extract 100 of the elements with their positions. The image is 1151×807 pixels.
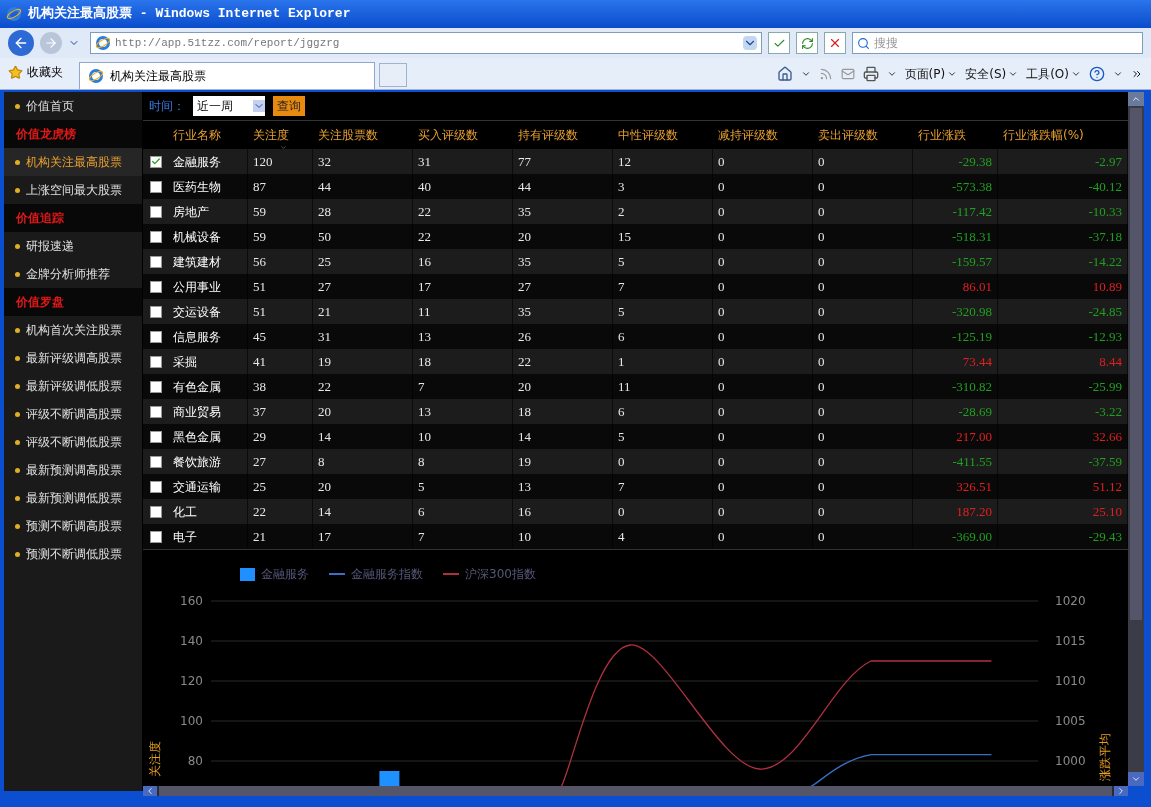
bullet-icon <box>15 411 20 417</box>
row-checkbox[interactable] <box>149 430 162 443</box>
row-checkbox[interactable] <box>149 505 162 518</box>
table-cell: 0 <box>713 524 813 549</box>
bullet-icon <box>15 495 20 501</box>
row-checkbox[interactable] <box>149 305 162 318</box>
bullet-icon <box>15 439 20 445</box>
favorites-button[interactable]: 收藏夹 <box>27 63 63 81</box>
axis-tick-label: 1010 <box>1055 674 1086 688</box>
help-icon[interactable] <box>1089 66 1105 82</box>
sidebar-item[interactable]: 最新预测调低股票 <box>4 484 142 512</box>
sidebar-item[interactable]: 上涨空间最大股票 <box>4 176 142 204</box>
sidebar-item[interactable]: 研报速递 <box>4 232 142 260</box>
sidebar-item[interactable]: 预测不断调低股票 <box>4 540 142 568</box>
command-menu[interactable]: 工具(O) <box>1026 65 1081 83</box>
sidebar-item[interactable]: 最新预测调高股票 <box>4 456 142 484</box>
table-cell: 21 <box>248 524 313 549</box>
bullet-icon <box>15 103 20 109</box>
address-field[interactable]: http://app.51tzz.com/report/jggzrg <box>90 32 762 54</box>
axis-tick-label: 80 <box>186 754 203 768</box>
caret-icon <box>947 69 958 79</box>
horizontal-scrollbar[interactable] <box>143 786 1128 796</box>
column-header[interactable]: 买入评级数 <box>413 126 513 144</box>
row-checkbox[interactable] <box>149 455 162 468</box>
forward-arrow-icon <box>44 36 58 50</box>
column-header[interactable]: 行业名称 <box>168 126 248 144</box>
sidebar-item[interactable]: 预测不断调高股票 <box>4 512 142 540</box>
row-checkbox[interactable] <box>149 255 162 268</box>
legend-label: 沪深300指数 <box>465 566 536 583</box>
sidebar-item[interactable]: 评级不断调低股票 <box>4 428 142 456</box>
row-checkbox[interactable] <box>149 230 162 243</box>
caret-icon <box>1008 69 1019 79</box>
row-checkbox[interactable] <box>149 405 162 418</box>
scroll-down-icon[interactable] <box>1131 774 1141 784</box>
refresh-button[interactable] <box>796 32 818 54</box>
more-icon[interactable] <box>1131 68 1143 80</box>
home-icon[interactable] <box>776 66 793 82</box>
column-header[interactable]: 持有评级数 <box>513 126 613 144</box>
scroll-right-icon[interactable] <box>1116 786 1126 796</box>
column-header[interactable]: 卖出评级数 <box>813 126 913 144</box>
stop-button[interactable] <box>824 32 846 54</box>
sidebar-item[interactable]: 价值首页 <box>4 92 142 120</box>
column-header[interactable]: 关注股票数 <box>313 126 413 144</box>
browser-tab[interactable]: 机构关注最高股票 <box>79 62 375 89</box>
column-header[interactable]: 减持评级数 <box>713 126 813 144</box>
check-icon <box>150 156 161 167</box>
row-checkbox[interactable] <box>149 180 162 193</box>
row-checkbox[interactable] <box>149 155 162 168</box>
sidebar-item[interactable]: 机构关注最高股票 <box>4 148 142 176</box>
table-cell: 4 <box>613 524 713 549</box>
caret-icon <box>1071 69 1081 79</box>
axis-tick-label: 1005 <box>1055 714 1086 728</box>
bullet-icon <box>15 187 20 193</box>
sidebar-item[interactable]: 最新评级调低股票 <box>4 372 142 400</box>
sidebar-heading: 价值追踪 <box>4 204 142 232</box>
bullet-icon <box>15 523 20 529</box>
compatibility-button[interactable] <box>768 32 790 54</box>
favorites-star-icon[interactable] <box>8 64 23 80</box>
axis-tick-label: 160 <box>179 594 203 608</box>
command-menu[interactable]: 页面(P) <box>904 65 958 83</box>
row-checkbox[interactable] <box>149 480 162 493</box>
period-select[interactable]: 近一周 <box>193 96 265 116</box>
axis-tick-label: 120 <box>179 674 203 688</box>
bullet-icon <box>15 467 20 473</box>
column-header[interactable]: 关注度 <box>248 126 313 144</box>
row-checkbox[interactable] <box>149 355 162 368</box>
bullet-icon <box>15 271 20 277</box>
vertical-scrollbar[interactable] <box>1128 92 1144 786</box>
table-cell: 17 <box>313 524 413 549</box>
sidebar-heading: 价值龙虎榜 <box>4 120 142 148</box>
row-checkbox[interactable] <box>149 380 162 393</box>
table-cell: -369.00 <box>913 524 998 549</box>
close-icon <box>828 36 842 50</box>
caret-icon[interactable] <box>886 69 897 79</box>
sidebar-item[interactable]: 机构首次关注股票 <box>4 316 142 344</box>
print-icon[interactable] <box>862 66 879 82</box>
filter-label: 时间： <box>149 98 185 115</box>
query-button[interactable]: 查询 <box>273 96 305 116</box>
table-cell: 0 <box>813 524 913 549</box>
row-checkbox[interactable] <box>149 205 162 218</box>
column-header[interactable]: 行业涨跌 <box>913 126 998 144</box>
scroll-up-icon[interactable] <box>1131 94 1141 104</box>
caret-icon[interactable] <box>1113 69 1123 79</box>
row-checkbox[interactable] <box>149 530 162 543</box>
command-menu[interactable]: 安全(S) <box>965 65 1019 83</box>
dropdown-icon[interactable] <box>743 36 757 50</box>
row-checkbox[interactable] <box>149 330 162 343</box>
row-checkbox[interactable] <box>149 280 162 293</box>
bullet-icon <box>15 243 20 249</box>
scroll-left-icon[interactable] <box>145 786 155 796</box>
table-cell: 电子 <box>168 524 248 549</box>
legend-label: 金融服务指数 <box>351 566 423 583</box>
column-header[interactable]: 中性评级数 <box>613 126 713 144</box>
column-header[interactable]: 行业涨跌幅(%) <box>998 126 1128 144</box>
sidebar-item[interactable]: 最新评级调高股票 <box>4 344 142 372</box>
caret-icon[interactable] <box>800 69 811 79</box>
sidebar-item[interactable]: 评级不断调高股票 <box>4 400 142 428</box>
search-placeholder: 搜搜 <box>874 35 898 52</box>
back-button[interactable] <box>8 30 34 56</box>
sidebar-item[interactable]: 金牌分析师推荐 <box>4 260 142 288</box>
